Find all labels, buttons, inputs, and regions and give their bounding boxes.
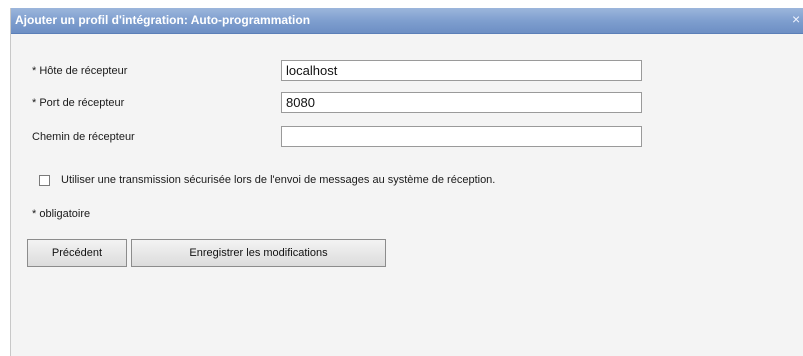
host-input[interactable]	[281, 60, 642, 81]
required-note: * obligatoire	[32, 208, 91, 220]
port-input[interactable]	[281, 92, 642, 113]
save-changes-button[interactable]: Enregistrer les modifications	[131, 239, 386, 267]
port-label: * Port de récepteur	[32, 97, 125, 109]
host-label: * Hôte de récepteur	[32, 65, 128, 77]
dialog-titlebar: Ajouter un profil d'intégration: Auto-pr…	[11, 8, 803, 34]
secure-transmission-checkbox[interactable]	[39, 175, 50, 186]
secure-transmission-label: Utiliser une transmission sécurisée lors…	[61, 174, 496, 186]
close-icon[interactable]: ×	[792, 11, 803, 27]
path-input[interactable]	[281, 126, 642, 147]
previous-button[interactable]: Précédent	[27, 239, 127, 267]
dialog-title: Ajouter un profil d'intégration: Auto-pr…	[15, 13, 311, 27]
path-label: Chemin de récepteur	[32, 131, 135, 143]
integration-profile-dialog: Ajouter un profil d'intégration: Auto-pr…	[10, 8, 803, 356]
